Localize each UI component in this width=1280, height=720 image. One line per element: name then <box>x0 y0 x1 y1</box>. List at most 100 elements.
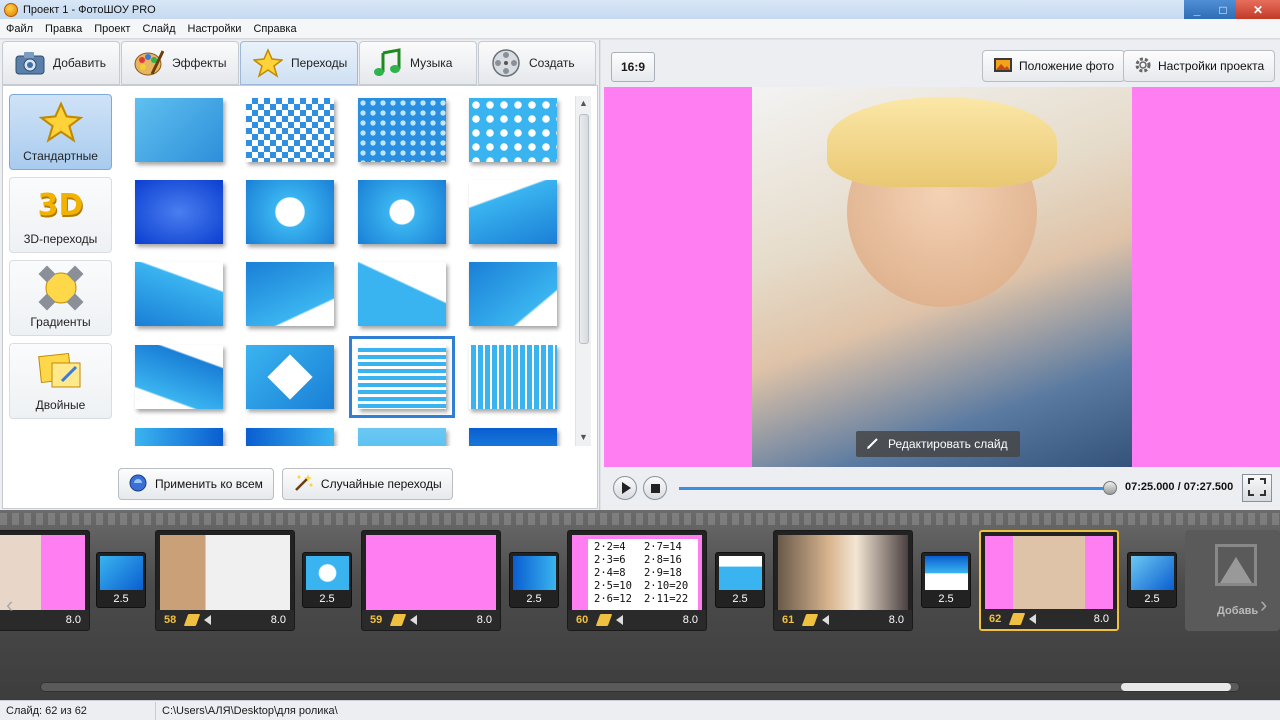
transition-thumb[interactable] <box>135 428 223 446</box>
gallery-scrollbar[interactable]: ▲ ▼ <box>575 96 591 446</box>
timeline-slide-current[interactable]: 62 8.0 <box>979 530 1119 631</box>
mult-row: 2·4=8 <box>594 567 626 579</box>
scroll-down-icon[interactable]: ▼ <box>579 432 588 442</box>
tab-create[interactable]: Создать <box>478 41 596 85</box>
timeline-scroll-right-icon[interactable]: › <box>1260 592 1267 618</box>
timeline-transition[interactable]: 2.5 <box>921 552 971 608</box>
transition-thumb[interactable] <box>358 262 446 326</box>
slide-info-bar: 59 8.0 <box>362 610 500 630</box>
timeline-scroll-thumb[interactable] <box>1121 683 1231 691</box>
transition-thumb[interactable] <box>358 428 446 446</box>
menu-settings[interactable]: Настройки <box>188 23 242 35</box>
scroll-up-icon[interactable]: ▲ <box>579 98 588 108</box>
tab-effects-label: Эффекты <box>172 56 227 70</box>
sound-icon[interactable] <box>822 615 829 625</box>
edit-icon[interactable] <box>1008 613 1026 625</box>
timeline-slide[interactable]: 59 8.0 <box>361 530 501 631</box>
slide-thumbnail <box>985 536 1113 611</box>
menu-help[interactable]: Справка <box>253 23 296 35</box>
menu-file[interactable]: Файл <box>6 23 33 35</box>
edit-icon[interactable] <box>183 614 201 626</box>
transition-thumb[interactable] <box>358 180 446 244</box>
play-button[interactable] <box>613 476 637 500</box>
left-panel: Добавить Эффекты Переходы Музыка Создать <box>0 40 600 510</box>
category-double[interactable]: Двойные <box>9 343 112 419</box>
timeline-scrollbar[interactable] <box>40 682 1240 692</box>
transition-thumb[interactable] <box>469 428 557 446</box>
slide-info-bar: 60 8.0 <box>568 610 706 630</box>
transition-thumb[interactable] <box>135 262 223 326</box>
sound-icon[interactable] <box>1029 614 1036 624</box>
timeline-transition[interactable]: 2.5 <box>96 552 146 608</box>
transition-thumb[interactable] <box>135 180 223 244</box>
transition-thumb[interactable] <box>246 180 334 244</box>
timeline-transition[interactable]: 2.5 <box>715 552 765 608</box>
transition-thumb[interactable] <box>135 98 223 162</box>
gallery-scroll-thumb[interactable] <box>579 114 589 344</box>
transition-thumb[interactable] <box>469 262 557 326</box>
random-transitions-button[interactable]: Случайные переходы <box>281 468 453 500</box>
menu-project[interactable]: Проект <box>94 23 130 35</box>
transition-thumb[interactable] <box>246 262 334 326</box>
timeline-scroll-left-icon[interactable]: ‹ <box>6 592 13 618</box>
slide-thumbnail <box>160 535 290 610</box>
edit-icon[interactable] <box>801 614 819 626</box>
timeline-slide[interactable]: 2·2=4 2·3=6 2·4=8 2·5=10 2·6=12 2·7=14 2… <box>567 530 707 631</box>
transition-thumb[interactable] <box>246 98 334 162</box>
stop-button[interactable] <box>643 476 667 500</box>
close-button[interactable]: ✕ <box>1236 0 1280 19</box>
star-icon <box>253 48 283 78</box>
timeline-slide[interactable]: 58 8.0 <box>155 530 295 631</box>
add-slide-triangle <box>1220 557 1252 583</box>
transition-icon <box>513 556 556 590</box>
playback-progress[interactable] <box>679 487 1111 490</box>
preview-photo <box>752 87 1132 467</box>
apply-all-label: Применить ко всем <box>155 477 263 491</box>
tab-transitions[interactable]: Переходы <box>240 41 358 85</box>
edit-slide-button[interactable]: Редактировать слайд <box>856 431 1020 457</box>
category-gradients-label: Градиенты <box>30 315 91 329</box>
timeline-transition[interactable]: 2.5 <box>1127 552 1177 608</box>
transition-thumb[interactable] <box>469 180 557 244</box>
gear-icon <box>1134 56 1152 77</box>
category-gradients[interactable]: Градиенты <box>9 260 112 336</box>
music-note-icon <box>372 48 402 78</box>
category-3d[interactable]: 3D 3D-переходы <box>9 177 112 253</box>
transition-thumb[interactable] <box>135 345 223 409</box>
shield-icon <box>129 474 147 495</box>
transition-thumb[interactable] <box>469 345 557 409</box>
fullscreen-button[interactable] <box>1242 474 1272 502</box>
category-standard[interactable]: Стандартные <box>9 94 112 170</box>
transition-thumb[interactable] <box>246 428 334 446</box>
sound-icon[interactable] <box>410 615 417 625</box>
edit-icon[interactable] <box>389 614 407 626</box>
player-controls: 07:25.000 / 07:27.500 <box>601 470 1280 510</box>
transition-thumb-selected[interactable] <box>349 336 455 418</box>
sound-icon[interactable] <box>204 615 211 625</box>
apply-all-button[interactable]: Применить ко всем <box>118 468 274 500</box>
sound-icon[interactable] <box>616 615 623 625</box>
tab-effects[interactable]: Эффекты <box>121 41 239 85</box>
menu-edit[interactable]: Правка <box>45 23 82 35</box>
transition-thumb[interactable] <box>358 98 446 162</box>
project-settings-button[interactable]: Настройки проекта <box>1123 50 1276 82</box>
playback-knob[interactable] <box>1102 481 1117 495</box>
timeline-transition[interactable]: 2.5 <box>302 552 352 608</box>
photo-position-button[interactable]: Положение фото <box>982 50 1126 82</box>
stop-icon <box>650 483 660 493</box>
minimize-button[interactable]: _ <box>1184 0 1210 19</box>
menu-slide[interactable]: Слайд <box>142 23 175 35</box>
slide-preview: Редактировать слайд <box>604 87 1280 467</box>
slide-info-bar: 61 8.0 <box>774 610 912 630</box>
edit-icon[interactable] <box>595 614 613 626</box>
tab-music[interactable]: Музыка <box>359 41 477 85</box>
timeline-slide[interactable]: 61 8.0 <box>773 530 913 631</box>
timeline: 8.0 2.5 58 8.0 2.5 59 8.0 2.5 2·2=4 2·3=… <box>0 510 1280 700</box>
timeline-transition[interactable]: 2.5 <box>509 552 559 608</box>
transition-thumb[interactable] <box>246 345 334 409</box>
aspect-ratio-button[interactable]: 16:9 <box>611 52 655 82</box>
transition-thumb[interactable] <box>469 98 557 162</box>
maximize-button[interactable]: □ <box>1210 0 1236 19</box>
tab-add[interactable]: Добавить <box>2 41 120 85</box>
timeline-slide[interactable]: 8.0 <box>0 530 90 631</box>
